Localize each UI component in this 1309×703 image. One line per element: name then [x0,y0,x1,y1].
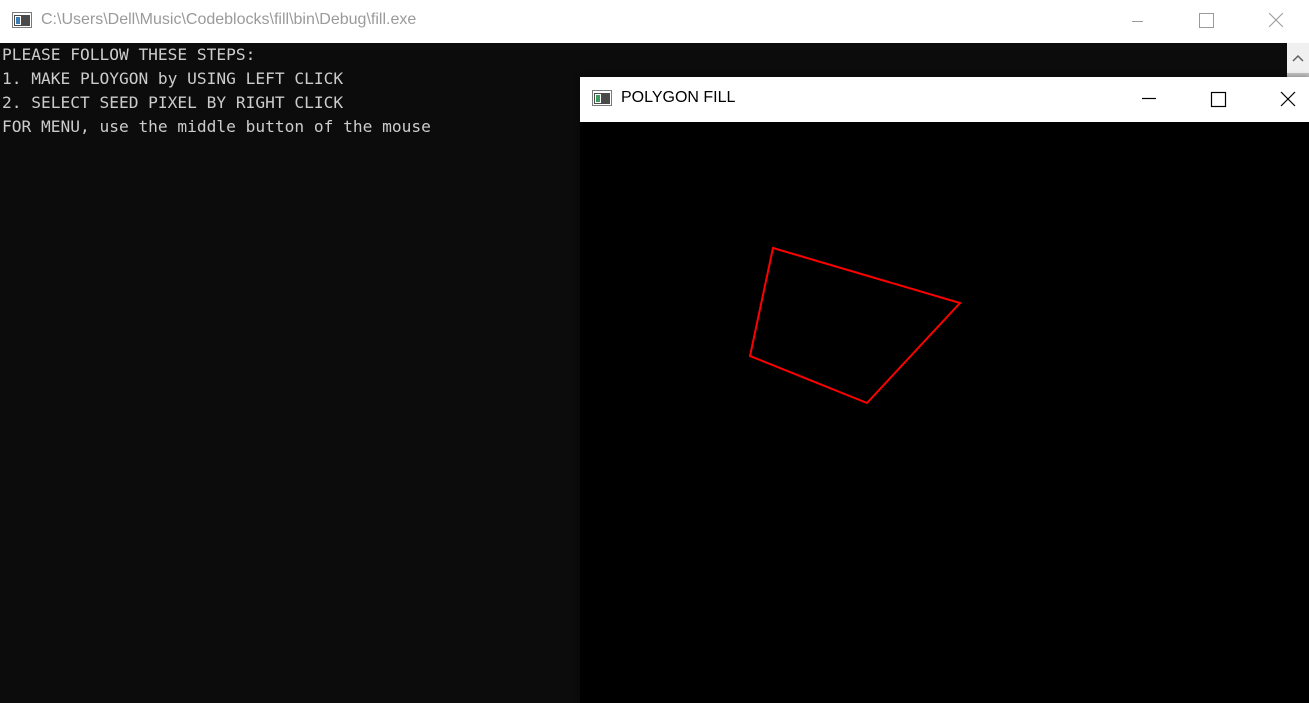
polygon-fill-title: POLYGON FILL [621,89,736,106]
minimize-icon[interactable] [1114,0,1160,43]
drawing-surface [748,246,962,405]
polygon-fill-window[interactable]: POLYGON FILL [580,77,1309,703]
close-icon[interactable] [1265,77,1309,122]
console-titlebar[interactable]: C:\Users\Dell\Music\Codeblocks\fill\bin\… [0,0,1309,43]
maximize-icon[interactable] [1183,0,1229,43]
console-app-icon [12,12,32,28]
console-line: 2. SELECT SEED PIXEL BY RIGHT CLICK [2,93,344,112]
graphics-app-icon [592,90,612,106]
console-line: PLEASE FOLLOW THESE STEPS: [2,45,256,64]
minimize-icon[interactable] [1126,77,1172,122]
console-title: C:\Users\Dell\Music\Codeblocks\fill\bin\… [41,11,417,28]
console-line: 1. MAKE PLOYGON by USING LEFT CLICK [2,69,344,88]
console-line: FOR MENU, use the middle button of the m… [2,117,431,136]
polygon-fill-titlebar[interactable]: POLYGON FILL [580,77,1309,122]
maximize-icon[interactable] [1195,77,1241,122]
drawing-canvas[interactable] [580,122,1309,703]
chevron-up-icon[interactable] [1287,43,1309,73]
close-icon[interactable] [1253,0,1299,43]
user-polygon [748,246,962,405]
